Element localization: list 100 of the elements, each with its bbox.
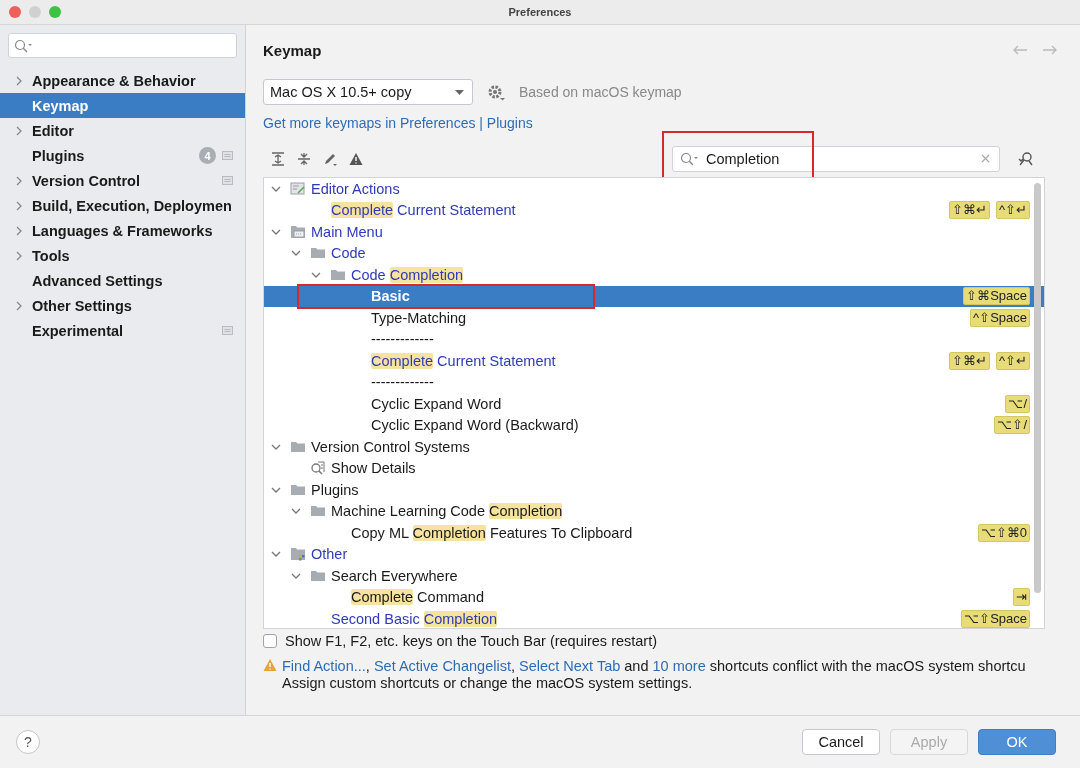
tree-row[interactable]: Search Everywhere: [264, 565, 1044, 587]
close-button[interactable]: [9, 6, 21, 18]
sidebar-item[interactable]: Appearance & Behavior: [0, 68, 245, 93]
sidebar-item[interactable]: Other Settings: [0, 293, 245, 318]
shortcut-badge: ⇧⌘↵: [948, 201, 990, 220]
magnifier-icon: [310, 460, 326, 477]
action-label: Code Completion: [351, 266, 464, 283]
window-title: Preferences: [508, 6, 572, 18]
panel-title: Keymap: [263, 41, 323, 59]
dialog-button[interactable]: Cancel: [802, 729, 880, 755]
action-label: Editor Actions: [311, 180, 400, 197]
shortcut-link[interactable]: Select Next Tab: [519, 658, 621, 674]
warning-icon: [263, 658, 277, 672]
tree-row[interactable]: Show Details: [264, 457, 1044, 479]
editor-icon: [290, 180, 306, 197]
action-label: Basic: [371, 288, 410, 305]
sidebar-item[interactable]: Editor: [0, 118, 245, 143]
action-label: Cyclic Expand Word (Backward): [371, 417, 579, 434]
shortcut-badge: ^⇧↵: [995, 201, 1030, 220]
checkbox[interactable]: [263, 634, 277, 648]
shortcut-link[interactable]: Find Action...: [282, 658, 366, 674]
help-button[interactable]: ?: [16, 730, 40, 754]
shortcut-badge: ⌥⇧/: [994, 416, 1030, 435]
chevron-icon: [14, 74, 24, 87]
warning-icon[interactable]: [349, 152, 363, 166]
tree-row[interactable]: Complete Current Statement ⇧⌘↵ ^⇧↵: [264, 199, 1044, 221]
action-label: Complete Current Statement: [371, 352, 556, 369]
chevron-icon: [14, 299, 24, 312]
conflict-text: Find Action..., Set Active Changelist, Select Next Tab and 10 more shortcuts conflict with the macOS system shortcu: [282, 658, 1026, 674]
action-label: Machine Learning Code Completion: [331, 503, 563, 520]
action-label: Show Details: [331, 460, 416, 477]
tree-row[interactable]: Complete Current Statement ⇧⌘↵ ^⇧↵: [264, 350, 1044, 372]
search-field[interactable]: [8, 33, 237, 58]
tree-row[interactable]: -------------: [264, 371, 1044, 393]
sidebar-item[interactable]: Languages & Frameworks: [0, 218, 245, 243]
action-label: Plugins: [311, 481, 359, 498]
project-icon: [222, 151, 233, 160]
shortcut-badge: ⌥⇧Space: [961, 609, 1030, 628]
tree-row[interactable]: Other: [264, 543, 1044, 565]
action-label: Other: [311, 546, 348, 563]
shortcut-badge: ⇧⌘Space: [963, 287, 1030, 306]
shortcut-badge: ⌥/: [1005, 394, 1030, 413]
project-icon: [222, 326, 233, 335]
pencil-icon[interactable]: [323, 152, 337, 166]
collapse-all-icon[interactable]: [297, 152, 311, 166]
based-on-label: Based on macOS keymap: [519, 84, 682, 100]
tree-row[interactable]: Machine Learning Code Completion: [264, 500, 1044, 522]
sidebar-item[interactable]: Build, Execution, Deploymen: [0, 193, 245, 218]
tree-row[interactable]: Code Completion: [264, 264, 1044, 286]
shortcut-badge: ^⇧Space: [970, 308, 1030, 327]
chevron-icon: [14, 174, 24, 187]
tree-row[interactable]: Cyclic Expand Word ⌥/: [264, 393, 1044, 415]
tree-row[interactable]: Copy ML Completion Features To Clipboard ⌥⇧⌘0: [264, 522, 1044, 544]
action-label: Code: [331, 245, 366, 262]
tree-row[interactable]: Main Menu: [264, 221, 1044, 243]
tree-row[interactable]: Version Control Systems: [264, 436, 1044, 458]
sidebar-item[interactable]: Tools: [0, 243, 245, 268]
sidebar-item[interactable]: Version Control: [0, 168, 245, 193]
expand-all-icon[interactable]: [271, 152, 285, 166]
search-icon: [680, 152, 699, 166]
chevron-icon: [14, 249, 24, 262]
sidebar-item[interactable]: Experimental: [0, 318, 245, 343]
shortcut-badge: ⇥: [1013, 588, 1030, 607]
tree-row[interactable]: Editor Actions: [264, 178, 1044, 200]
action-label: Search Everywhere: [331, 567, 458, 584]
sidebar-item[interactable]: Advanced Settings: [0, 268, 245, 293]
plugins-link[interactable]: Get more keymaps in Preferences | Plugins: [263, 115, 533, 131]
action-label: Copy ML Completion Features To Clipboard: [351, 524, 633, 541]
action-label: Complete Current Statement: [331, 202, 516, 219]
action-label: -------------: [371, 374, 434, 391]
scrollbar-thumb[interactable]: [1034, 183, 1041, 593]
keymap-dropdown[interactable]: Mac OS X 10.5+ copy: [263, 79, 473, 105]
chevron-icon: [14, 124, 24, 137]
find-shortcut-icon[interactable]: [1018, 151, 1034, 167]
action-label: Complete Command: [351, 589, 484, 606]
hint-text: Assign custom shortcuts or change the macOS system settings.: [281, 675, 694, 691]
checkbox-label: Show F1, F2, etc. keys on the Touch Bar (requires restart): [285, 633, 658, 649]
tree-row[interactable]: Second Basic Completion ⌥⇧Space: [264, 608, 1044, 628]
tree-row[interactable]: Plugins: [264, 479, 1044, 501]
tree-row[interactable]: Code: [264, 242, 1044, 264]
tree-row[interactable]: Type-Matching ^⇧Space: [264, 307, 1044, 329]
shortcut-link[interactable]: Set Active Changelist: [373, 658, 511, 674]
shortcut-link[interactable]: 10 more: [652, 658, 706, 674]
sidebar-item[interactable]: Plugins 4: [0, 143, 245, 168]
action-label: Main Menu: [311, 223, 383, 240]
tree-row[interactable]: Complete Command ⇥: [264, 586, 1044, 608]
project-icon: [222, 176, 233, 185]
tree-row[interactable]: -------------: [264, 328, 1044, 350]
action-label: Cyclic Expand Word: [371, 395, 502, 412]
action-label: Version Control Systems: [311, 438, 470, 455]
gear-icon[interactable]: [487, 83, 505, 101]
dropdown-arrow-icon: [455, 89, 464, 95]
sidebar-item[interactable]: Keymap: [0, 93, 245, 118]
tree-row[interactable]: Basic ⇧⌘Space: [264, 285, 1044, 307]
chevron-icon: [14, 199, 24, 212]
tree-row[interactable]: Cyclic Expand Word (Backward) ⌥⇧/: [264, 414, 1044, 436]
clear-icon[interactable]: [981, 154, 990, 163]
search-field[interactable]: Completion: [672, 146, 1000, 172]
shortcut-badge: ⇧⌘↵: [948, 351, 990, 370]
action-label: Second Basic Completion: [331, 610, 498, 627]
